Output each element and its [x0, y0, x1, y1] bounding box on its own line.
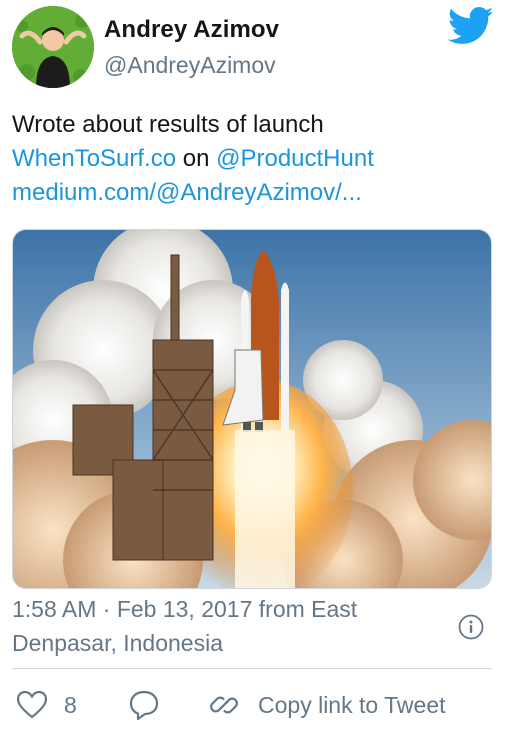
avatar[interactable] [12, 6, 94, 88]
link-whentosurf[interactable]: WhenToSurf.co [12, 145, 176, 172]
link-medium-article[interactable]: medium.com/@AndreyAzimov/... [12, 176, 496, 210]
info-icon[interactable] [458, 614, 484, 640]
author-display-name[interactable]: Andrey Azimov [104, 16, 279, 44]
divider [12, 668, 492, 669]
reply-button[interactable] [128, 682, 160, 728]
like-count: 8 [64, 691, 77, 718]
speech-bubble-icon [129, 690, 159, 721]
tweet-timestamp-location[interactable]: 1:58 AM · Feb 13, 2017 from East Denpasa… [12, 592, 452, 660]
tweet-line-1: Wrote about results of launch [12, 111, 324, 138]
tweet-actions: 8 Copy link to Tweet [12, 682, 498, 728]
tweet-text: Wrote about results of launch WhenToSurf… [12, 108, 496, 210]
mention-producthunt[interactable]: @ProductHunt [216, 145, 374, 172]
twitter-bird-icon[interactable] [448, 6, 494, 46]
tweet-word-on: on [176, 145, 217, 172]
copy-link-label: Copy link to Tweet [258, 691, 446, 718]
heart-icon [16, 690, 48, 719]
tweet-photo-rocket-launch[interactable] [12, 229, 492, 589]
author-handle[interactable]: @AndreyAzimov [104, 52, 276, 79]
copy-link-button[interactable]: Copy link to Tweet [208, 682, 446, 728]
link-icon [210, 696, 238, 714]
like-button[interactable]: 8 [16, 682, 77, 728]
